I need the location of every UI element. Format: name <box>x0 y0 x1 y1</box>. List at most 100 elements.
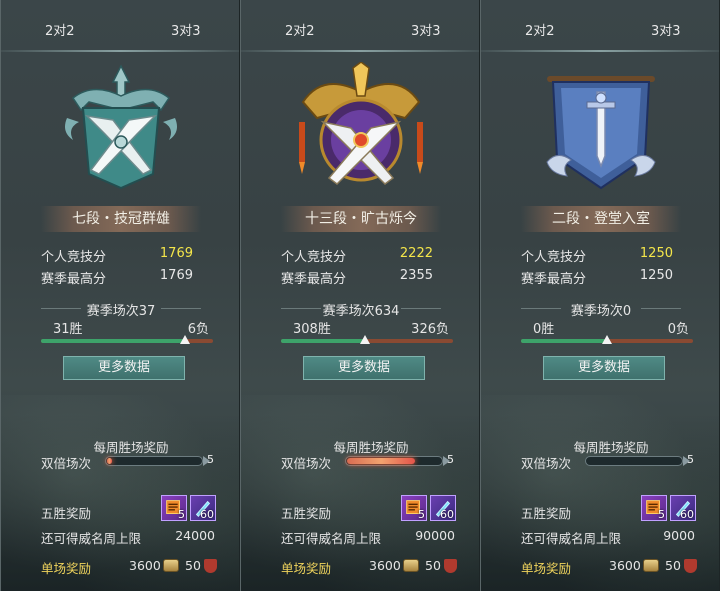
weekly-cap-value: 24000 <box>175 528 215 543</box>
more-data-button[interactable]: 更多数据 <box>63 356 185 380</box>
reward-item-scroll-icon[interactable]: 5 <box>641 495 667 521</box>
tab-3v3[interactable]: 3对3 <box>171 20 201 39</box>
win-fill <box>521 339 607 343</box>
tab-divider <box>241 50 479 52</box>
reward-item-blade-icon[interactable]: 60 <box>190 495 216 521</box>
divider-left <box>521 308 561 309</box>
reward-item-blade-icon[interactable]: 60 <box>430 495 456 521</box>
reward-item-scroll-icon[interactable]: 5 <box>401 495 427 521</box>
season-matches-label: 赛季场次37 <box>86 304 156 319</box>
reward-item-count: 5 <box>178 508 185 521</box>
shield-reward-value: 50 <box>665 558 681 573</box>
divider-right <box>161 308 201 309</box>
emblem-rank-13-icon <box>293 61 429 198</box>
single-match-reward-label: 单场奖励 <box>521 561 572 576</box>
mode-tabs: 2对2 3对3 <box>1 12 239 52</box>
win-loss-bar <box>41 335 213 345</box>
season-matches-label: 赛季场次634 <box>322 304 400 319</box>
season-best-label: 赛季最高分 <box>41 272 107 287</box>
ratio-marker-icon <box>602 335 612 344</box>
personal-score-label: 个人竞技分 <box>41 250 107 265</box>
double-matches-fill <box>347 458 415 464</box>
mode-tabs: 2对2 3对3 <box>241 12 479 52</box>
double-matches-count: 5 <box>687 453 694 466</box>
season-best-value: 2355 <box>399 268 433 283</box>
losses-count: 6负 <box>187 322 209 337</box>
win-loss-bar <box>281 335 453 345</box>
season-best-value: 1769 <box>159 268 193 283</box>
losses-count: 326负 <box>411 322 449 337</box>
five-win-reward-label: 五胜奖励 <box>41 506 92 521</box>
double-matches-bar: 5 <box>105 453 214 466</box>
tab-2v2[interactable]: 2对2 <box>285 20 315 39</box>
coin-reward-value: 3600 <box>369 558 401 573</box>
divider-right <box>401 308 441 309</box>
season-best-value: 1250 <box>639 268 673 283</box>
shield-reward-value: 50 <box>185 558 201 573</box>
reward-item-blade-icon[interactable]: 60 <box>670 495 696 521</box>
double-matches-fill <box>107 458 112 464</box>
win-loss-bar <box>521 335 693 345</box>
shield-icon <box>684 559 697 573</box>
coin-reward-value: 3600 <box>129 558 161 573</box>
double-matches-label: 双倍场次 <box>521 456 572 471</box>
losses-count: 0负 <box>667 322 689 337</box>
win-fill <box>41 339 186 343</box>
personal-score-value: 1250 <box>639 246 673 261</box>
reward-item-scroll-icon[interactable]: 5 <box>161 495 187 521</box>
rank-name: 十三段・旷古烁今 <box>281 206 441 232</box>
tab-divider <box>481 50 719 52</box>
personal-score-label: 个人竞技分 <box>281 250 347 265</box>
coin-icon <box>403 559 419 572</box>
wins-count: 308胜 <box>293 322 331 337</box>
tab-2v2[interactable]: 2对2 <box>525 20 555 39</box>
weekly-cap-value: 9000 <box>663 528 695 543</box>
double-matches-count: 5 <box>207 453 214 466</box>
season-matches-title: 赛季场次634 <box>281 300 441 319</box>
weekly-cap-value: 90000 <box>415 528 455 543</box>
rank-name: 七段・技冠群雄 <box>41 206 201 232</box>
tab-3v3[interactable]: 3对3 <box>651 20 681 39</box>
shield-icon <box>204 559 217 573</box>
reward-item-count: 60 <box>440 508 454 521</box>
wins-count: 0胜 <box>533 322 555 337</box>
shield-reward-value: 50 <box>425 558 441 573</box>
ratio-marker-icon <box>360 335 371 344</box>
wins-count: 31胜 <box>53 322 83 337</box>
five-win-reward-label: 五胜奖励 <box>281 506 332 521</box>
five-win-reward-label: 五胜奖励 <box>521 506 572 521</box>
personal-score-value: 1769 <box>159 246 193 261</box>
season-best-label: 赛季最高分 <box>521 272 587 287</box>
reward-item-count: 60 <box>680 508 694 521</box>
season-best-label: 赛季最高分 <box>281 272 347 287</box>
shield-icon <box>444 559 457 573</box>
rank-panel-2: 2对2 3对3 十三段・旷古烁今 个人竞技分 2222 赛季最高分 2355 赛… <box>240 0 480 591</box>
single-match-reward-label: 单场奖励 <box>281 561 332 576</box>
more-data-button[interactable]: 更多数据 <box>303 356 425 380</box>
tab-2v2[interactable]: 2对2 <box>45 20 75 39</box>
emblem-rank-7-icon <box>53 62 189 198</box>
double-matches-label: 双倍场次 <box>281 456 332 471</box>
rank-panel-3: 2对2 3对3 二段・登堂入室 个人竞技分 1250 赛季最高分 1250 赛季… <box>480 0 720 591</box>
tab-3v3[interactable]: 3对3 <box>411 20 441 39</box>
single-match-reward-label: 单场奖励 <box>41 561 92 576</box>
double-matches-label: 双倍场次 <box>41 456 92 471</box>
tab-divider <box>1 50 239 52</box>
reward-item-count: 60 <box>200 508 214 521</box>
double-matches-bar: 5 <box>585 453 694 466</box>
weekly-cap-label: 还可得威名周上限 <box>521 531 622 546</box>
ratio-marker-icon <box>180 335 191 344</box>
personal-score-label: 个人竞技分 <box>521 250 587 265</box>
weekly-cap-label: 还可得威名周上限 <box>281 531 382 546</box>
win-fill <box>281 339 366 343</box>
coin-icon <box>163 559 179 572</box>
emblem-rank-2-icon <box>533 62 669 198</box>
double-matches-count: 5 <box>447 453 454 466</box>
rank-panel-1: 2对2 3对3 七段・技冠群雄 个人竞技分 1769 赛季最高分 1769 赛季… <box>0 0 240 591</box>
season-matches-title: 赛季场次0 <box>521 300 681 319</box>
reward-item-count: 5 <box>418 508 425 521</box>
weekly-cap-label: 还可得威名周上限 <box>41 531 142 546</box>
divider-right <box>641 308 681 309</box>
mode-tabs: 2对2 3对3 <box>481 12 719 52</box>
more-data-button[interactable]: 更多数据 <box>543 356 665 380</box>
